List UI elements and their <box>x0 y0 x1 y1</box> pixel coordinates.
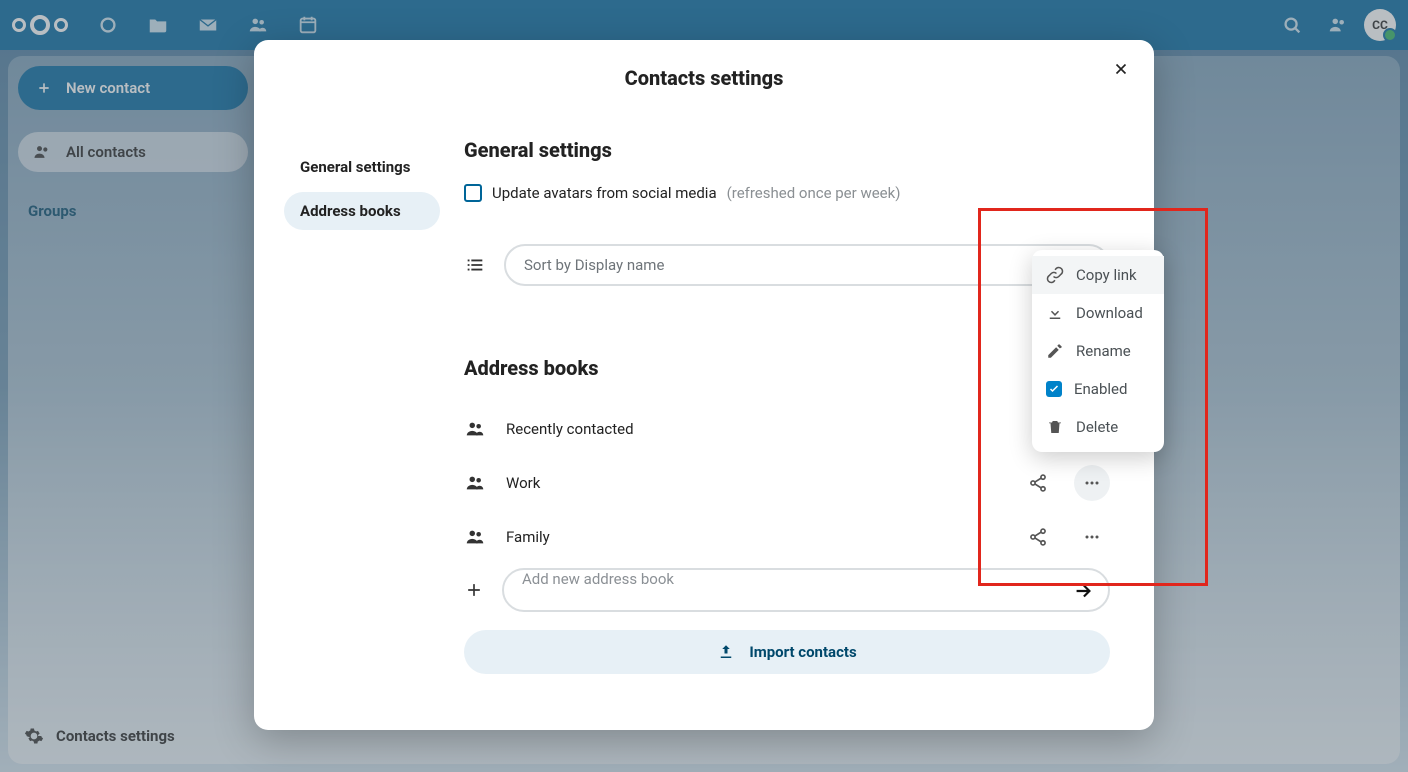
pencil-icon <box>1046 342 1064 360</box>
modal-title: Contacts settings <box>254 40 1154 98</box>
add-address-book-input[interactable]: Add new address book <box>502 568 1110 612</box>
sort-value: Sort by Display name <box>524 256 664 274</box>
update-avatars-hint: (refreshed once per week) <box>727 184 901 202</box>
add-address-book-placeholder: Add new address book <box>522 570 674 588</box>
popover-item-rename[interactable]: Rename <box>1032 332 1164 370</box>
nav-general[interactable]: General settings <box>284 148 440 186</box>
group-icon <box>464 418 486 440</box>
link-icon <box>1046 266 1064 284</box>
settings-modal: Contacts settings General settings Addre… <box>254 40 1154 730</box>
more-icon[interactable] <box>1074 465 1110 501</box>
general-heading: General settings <box>464 138 1110 162</box>
popover-item-copy-link[interactable]: Copy link <box>1032 256 1164 294</box>
update-avatars-checkbox[interactable]: Update avatars from social media (refres… <box>464 184 1110 202</box>
more-icon[interactable] <box>1074 519 1110 555</box>
trash-icon <box>1046 418 1064 436</box>
address-book-label: Family <box>506 528 550 546</box>
popover-item-label: Delete <box>1076 418 1118 436</box>
popover-item-download[interactable]: Download <box>1032 294 1164 332</box>
share-icon[interactable] <box>1020 465 1056 501</box>
address-book-actions-popover: Copy link Download Rename Enabled Delete <box>1032 250 1164 452</box>
popover-item-label: Rename <box>1076 342 1131 360</box>
submit-arrow-icon[interactable] <box>1072 580 1094 602</box>
close-icon[interactable] <box>1106 54 1136 84</box>
nav-address-books[interactable]: Address books <box>284 192 440 230</box>
checkbox-checked-icon <box>1046 381 1062 397</box>
plus-icon <box>464 580 484 600</box>
sort-select[interactable]: Sort by Display name <box>504 244 1110 286</box>
address-book-row: Work <box>464 456 1110 510</box>
group-icon <box>464 526 486 548</box>
address-book-row: Recently contacted <box>464 402 1110 456</box>
address-books-heading: Address books <box>464 356 1110 380</box>
popover-item-label: Enabled <box>1074 380 1127 398</box>
update-avatars-label: Update avatars from social media <box>492 184 717 202</box>
import-contacts-button[interactable]: Import contacts <box>464 630 1110 674</box>
upload-icon <box>717 643 735 661</box>
address-book-row: Family <box>464 510 1110 564</box>
popover-item-delete[interactable]: Delete <box>1032 408 1164 446</box>
address-book-label: Recently contacted <box>506 420 634 438</box>
popover-item-label: Download <box>1076 304 1143 322</box>
modal-nav: General settings Address books <box>254 98 454 728</box>
group-icon <box>464 472 486 494</box>
address-book-label: Work <box>506 474 540 492</box>
popover-item-enabled[interactable]: Enabled <box>1032 370 1164 408</box>
share-icon[interactable] <box>1020 519 1056 555</box>
popover-item-label: Copy link <box>1076 266 1137 284</box>
list-icon <box>464 254 486 276</box>
download-icon <box>1046 304 1064 322</box>
checkbox-icon <box>464 184 482 202</box>
import-contacts-label: Import contacts <box>749 643 856 661</box>
